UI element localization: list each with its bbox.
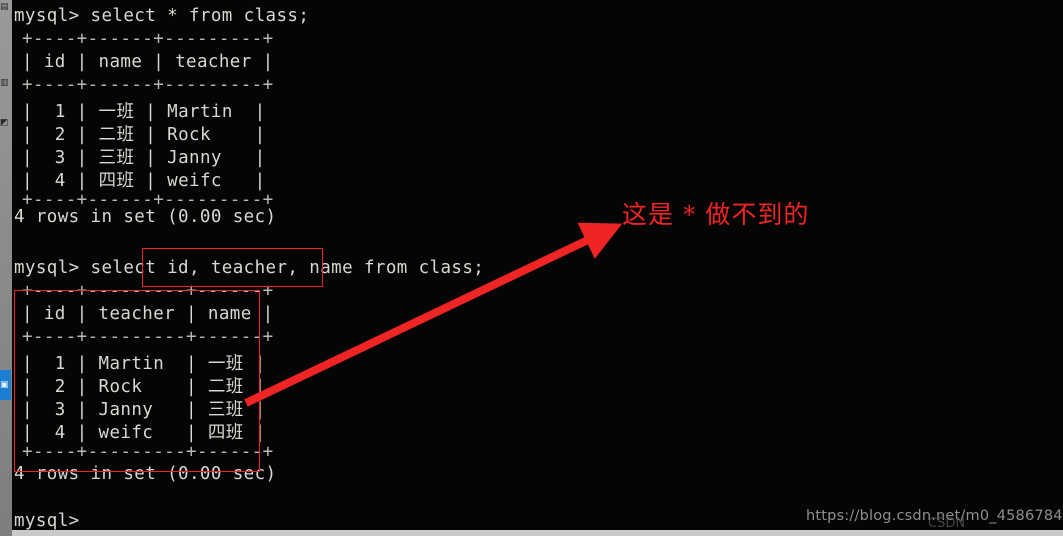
table2-row-4: | 4 | weifc | 四班 | [22, 423, 266, 443]
csdn-watermark-logo: CSDN [928, 516, 966, 531]
table1-row-4: | 4 | 四班 | weifc | [22, 171, 266, 191]
desktop-icon-computer[interactable]: ▥ [0, 78, 11, 89]
table1-rule-top: +----+------+---------+ [22, 29, 274, 49]
table2-row-3: | 3 | Janny | 三班 | [22, 400, 266, 420]
table1-row-1: | 1 | 一班 | Martin | [22, 102, 266, 122]
table2-row-2: | 2 | Rock | 二班 | [22, 377, 266, 397]
mysql-terminal-window[interactable]: mysql> select * from class; +----+------+… [12, 0, 1063, 531]
table2-rule-bottom: +----+---------+------+ [22, 442, 274, 462]
table1-rowcount: 4 rows in set (0.00 sec) [14, 207, 277, 227]
table1-rule-mid: +----+------+---------+ [22, 75, 274, 95]
table1-header: | id | name | teacher | [22, 52, 274, 72]
prompt-select-star: mysql> select * from class; [14, 6, 310, 26]
prompt-final: mysql> [14, 511, 80, 531]
desktop-strip: ▤ ▥ ◩ ▣ [0, 0, 12, 536]
table2-row-1: | 1 | Martin | 一班 | [22, 354, 266, 374]
annotation-note: 这是 * 做不到的 [622, 200, 810, 229]
table1-row-2: | 2 | 二班 | Rock | [22, 125, 266, 145]
table2-header: | id | teacher | name | [22, 304, 274, 324]
desktop-icon-top[interactable]: ▤ [0, 2, 11, 13]
table2-rule-mid: +----+---------+------+ [22, 327, 274, 347]
desktop-icon-app[interactable]: ▣ [0, 370, 11, 400]
table2-rule-top: +----+---------+------+ [22, 281, 274, 301]
desktop-icon-folder[interactable]: ◩ [0, 118, 11, 129]
taskbar-strip [12, 530, 1063, 536]
prompt-select-cols: mysql> select id, teacher, name from cla… [14, 258, 485, 278]
table2-rowcount: 4 rows in set (0.00 sec) [14, 464, 277, 484]
screenshot-root: ▤ ▥ ◩ ▣ mysql> select * from class; +----… [0, 0, 1063, 536]
table1-row-3: | 3 | 三班 | Janny | [22, 148, 266, 168]
